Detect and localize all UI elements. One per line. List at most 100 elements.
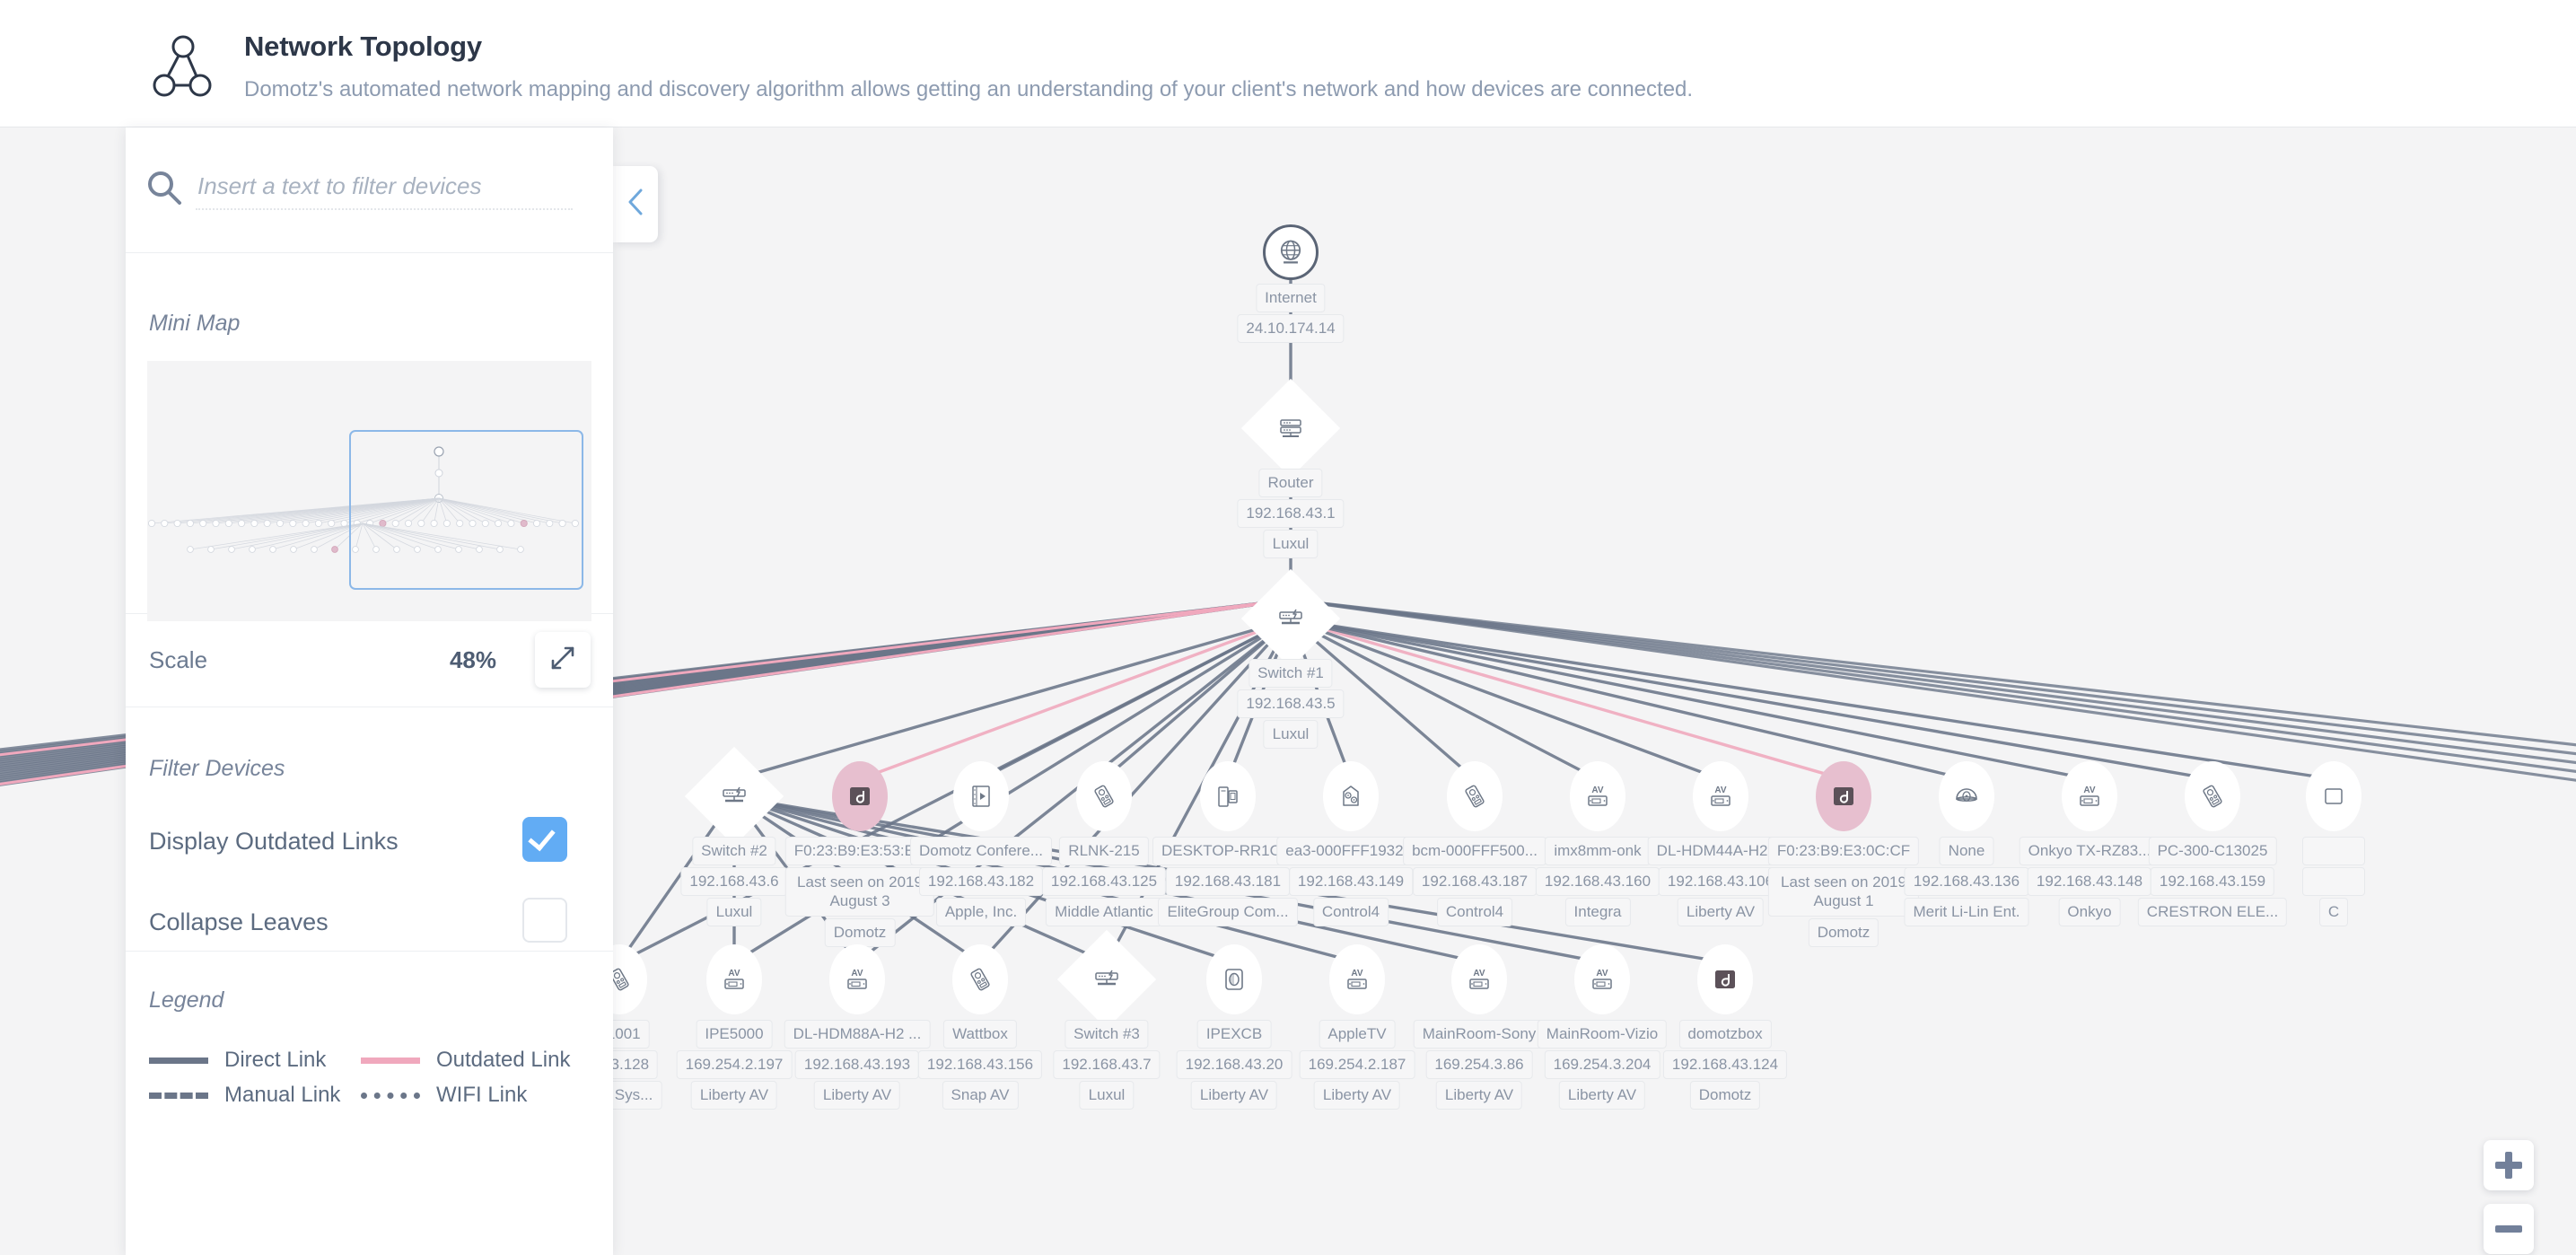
node-shape[interactable]	[952, 944, 1008, 1014]
minimap[interactable]	[147, 361, 591, 621]
node-shape[interactable]: AV	[1693, 761, 1748, 831]
node-shape[interactable]	[1939, 761, 1994, 831]
collapse-sidebar-button[interactable]	[613, 166, 658, 242]
minimap-viewport-rect[interactable]	[349, 430, 583, 590]
node-shape[interactable]	[1816, 761, 1871, 831]
node-labels: PC-300-C13025 192.168.43.159 CRESTRON ELE.…	[2137, 837, 2288, 928]
minimap-label: Mini Map	[149, 311, 241, 336]
legend-label-wifi-link: WIFI Link	[436, 1083, 528, 1107]
node-shape[interactable]	[1447, 761, 1503, 831]
svg-text:AV: AV	[1591, 785, 1603, 795]
node-shape[interactable]: AV	[829, 944, 885, 1014]
node-address-label: 192.168.43.106	[1658, 867, 1783, 896]
node-labels: IPEXCB 192.168.43.20 Liberty AV	[1176, 1020, 1292, 1111]
node-shape[interactable]: AV	[706, 944, 762, 1014]
av-icon: AV	[1466, 966, 1493, 993]
node-address-label: 192.168.43.193	[794, 1050, 920, 1079]
filter-row-collapse-leaves[interactable]: Collapse Leaves	[149, 898, 567, 952]
node-name-label: Internet	[1256, 284, 1326, 312]
node-vendor-label: Control4	[1312, 898, 1389, 926]
fit-to-screen-button[interactable]	[535, 632, 591, 688]
node-labels: domotzbox 192.168.43.124 Domotz	[1662, 1020, 1788, 1111]
node-shape[interactable]	[1200, 761, 1256, 831]
node-labels: None 192.168.43.136 Merit Li-Lin Ent.	[1904, 837, 2029, 928]
node-labels: bcm-000FFF500... 192.168.43.187 Control4	[1403, 837, 1546, 928]
zoom-out-button[interactable]	[2484, 1204, 2534, 1254]
node-vendor-label: Liberty AV	[813, 1081, 901, 1110]
av-icon: AV	[2076, 783, 2103, 810]
search-input[interactable]	[196, 163, 573, 210]
node-name-label: PC-300-C13025	[2148, 837, 2277, 865]
node-shape[interactable]	[1263, 224, 1319, 280]
topology-sidebar: Mini Map Scale 48% Filter Devices Displa…	[126, 127, 613, 1255]
svg-text:AV: AV	[1351, 969, 1362, 979]
node-address-label: 192.168.43.124	[1662, 1050, 1788, 1079]
node-name-label: F0:23:B9:E3:0C:CF	[1767, 837, 1920, 865]
node-shape[interactable]	[1206, 944, 1262, 1014]
node-shape[interactable]	[2306, 761, 2361, 831]
av-icon: AV	[1344, 966, 1371, 993]
node-address-label: 192.168.43.159	[2150, 867, 2275, 896]
switch-icon	[721, 783, 748, 810]
node-shape[interactable]	[2185, 761, 2240, 831]
node-vendor-label: Liberty AV	[1190, 1081, 1278, 1110]
plus-icon	[2495, 1152, 2522, 1179]
node-address-label: 192.168.43.156	[917, 1050, 1043, 1079]
node-labels: Internet 24.10.174.14	[1237, 284, 1345, 345]
filter-row-display-outdated-links[interactable]: Display Outdated Links	[149, 817, 567, 871]
legend-label: Legend	[149, 987, 224, 1013]
node-shape[interactable]	[1697, 944, 1753, 1014]
node-vendor-label: Liberty AV	[690, 1081, 778, 1110]
page-title: Network Topology	[244, 31, 482, 62]
av-icon: AV	[1584, 783, 1611, 810]
node-vendor-label: Luxul	[706, 898, 762, 926]
media-icon	[968, 783, 994, 810]
node-address-label: 192.168.43.7	[1053, 1050, 1161, 1079]
node-shape[interactable]: AV	[1574, 944, 1630, 1014]
legend-section: Legend Direct Link Outdated Link Manual …	[126, 952, 613, 1158]
node-address-label: 169.254.2.197	[676, 1050, 793, 1079]
node-address-label: 192.168.43.148	[2027, 867, 2152, 896]
display-outdated-links-checkbox[interactable]	[522, 817, 567, 862]
node-shape[interactable]: AV	[1570, 761, 1625, 831]
scale-label: Scale	[149, 646, 208, 673]
node-shape[interactable]	[832, 761, 888, 831]
node-address-label: 169.254.3.86	[1425, 1050, 1533, 1079]
svg-text:AV: AV	[851, 969, 863, 979]
filter-label-display-outdated-links: Display Outdated Links	[149, 828, 399, 855]
node-labels: DL-HDM88A-H2 ... 192.168.43.193 Liberty AV	[784, 1020, 931, 1111]
topology-link	[1290, 618, 1844, 781]
node-vendor-label: C	[2318, 898, 2349, 926]
node-shape[interactable]	[1323, 761, 1379, 831]
node-address-label: 192.168.43.6	[680, 867, 788, 896]
node-labels: Wattbox 192.168.43.156 Snap AV	[917, 1020, 1043, 1111]
node-shape[interactable]: AV	[1329, 944, 1385, 1014]
node-shape[interactable]: AV	[2062, 761, 2117, 831]
controller-icon	[1337, 783, 1364, 810]
node-labels: MainRoom-Vizio 169.254.3.204 Liberty AV	[1537, 1020, 1668, 1111]
domotz-icon	[1830, 783, 1857, 810]
av-icon: AV	[1589, 966, 1616, 993]
node-address-label: 192.168.43.136	[1904, 867, 2029, 896]
filter-devices-label: Filter Devices	[149, 756, 285, 781]
node-vendor-label: Domotz	[824, 917, 896, 947]
node-name-label: Switch #1	[1249, 659, 1333, 688]
node-labels: Switch #2 192.168.43.6 Luxul	[680, 837, 788, 928]
node-address-label: Last seen on 2019 August 1	[1767, 867, 1920, 917]
node-name-label: imx8mm-onk	[1545, 837, 1651, 865]
node-address-label: 192.168.43.187	[1412, 867, 1538, 896]
node-name-label: Switch #2	[692, 837, 776, 865]
node-name-label: MainRoom-Vizio	[1537, 1020, 1668, 1049]
node-vendor-label: Luxul	[1263, 530, 1319, 558]
node-shape[interactable]: AV	[1451, 944, 1507, 1014]
node-labels: RLNK-215 192.168.43.125 Middle Atlantic	[1041, 837, 1167, 928]
node-vendor-label: Integra	[1564, 898, 1631, 926]
node-name-label: AppleTV	[1319, 1020, 1396, 1049]
node-name-label: domotzbox	[1678, 1020, 1772, 1049]
node-address-label: 192.168.43.1	[1237, 499, 1345, 528]
node-shape[interactable]	[953, 761, 1009, 831]
node-shape[interactable]	[1076, 761, 1132, 831]
collapse-leaves-checkbox[interactable]	[522, 898, 567, 943]
node-address-label: 169.254.2.187	[1299, 1050, 1415, 1079]
zoom-in-button[interactable]	[2484, 1140, 2534, 1190]
